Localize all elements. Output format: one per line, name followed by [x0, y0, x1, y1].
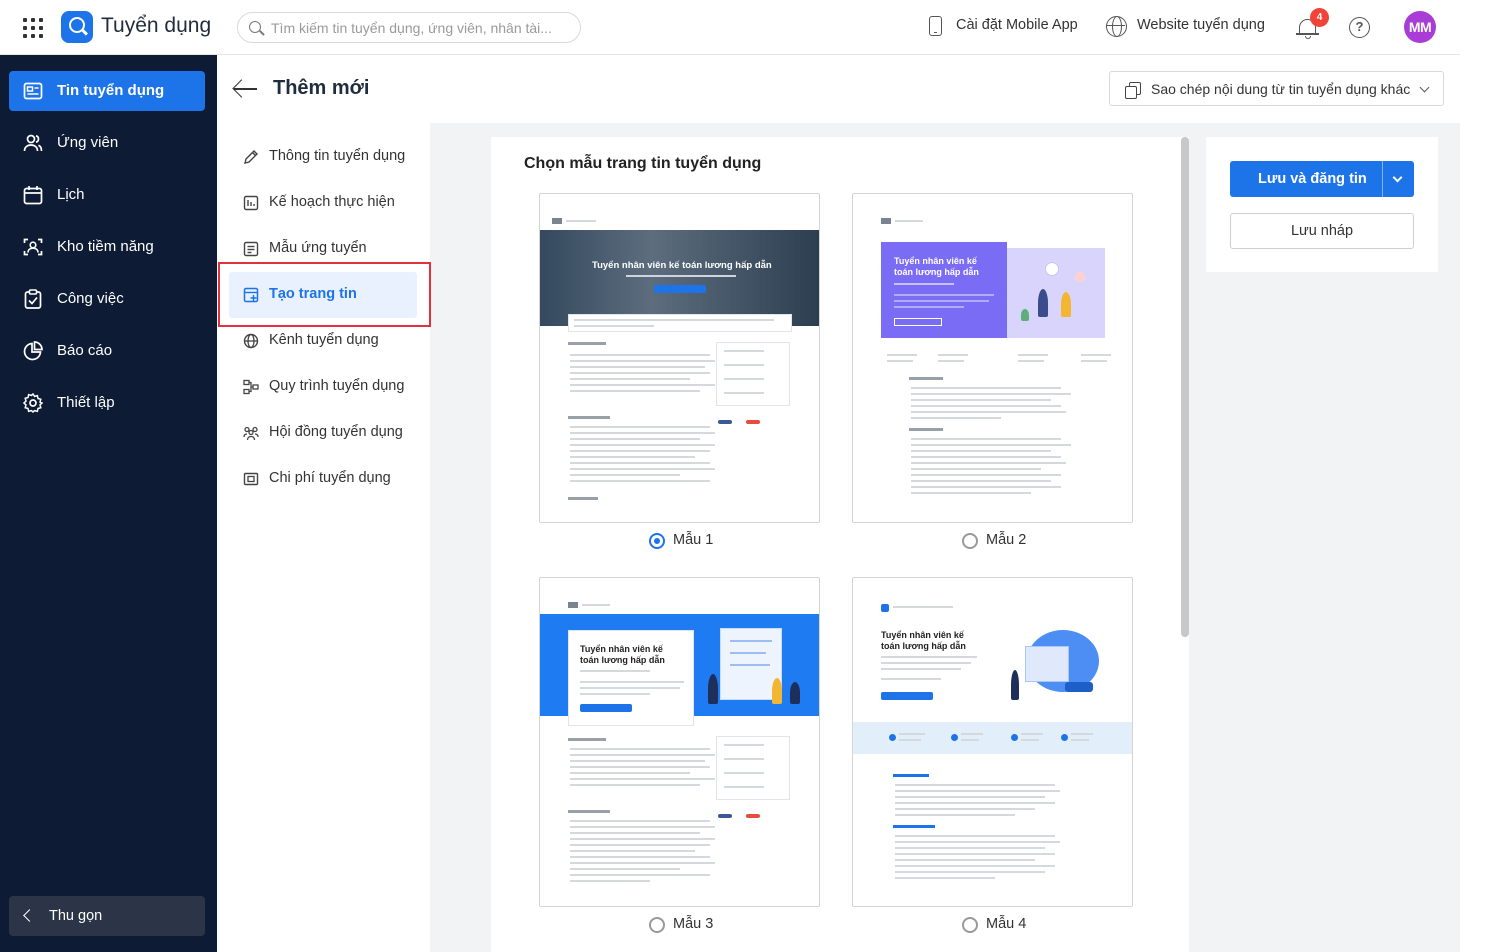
sidebar-item-cong-viec[interactable]: Công việc — [9, 279, 205, 319]
users-icon — [23, 134, 43, 152]
sidebar-item-tin-tuyen-dung[interactable]: Tin tuyển dụng — [9, 71, 205, 111]
sidebar-item-bao-cao[interactable]: Báo cáo — [9, 331, 205, 371]
template-2-headline: Tuyển nhân viên kế toán lương hấp dẫn — [894, 256, 979, 277]
step-label: Chi phí tuyển dụng — [269, 470, 391, 486]
help-icon[interactable]: ? — [1349, 17, 1370, 38]
notification-badge: 4 — [1310, 8, 1329, 27]
template-4-radio[interactable] — [962, 917, 978, 933]
sidebar-item-label: Ứng viên — [57, 134, 119, 151]
save-and-publish-button[interactable]: Lưu và đăng tin — [1230, 161, 1414, 197]
template-3-preview[interactable]: Tuyển nhân viên kế toán lương hấp dẫn — [539, 577, 820, 907]
step-label: Quy trình tuyển dụng — [269, 378, 405, 394]
sidebar-item-ung-vien[interactable]: Ứng viên — [9, 123, 205, 163]
template-4-label: Mẫu 4 — [986, 916, 1027, 932]
save-draft-button[interactable]: Lưu nháp — [1230, 213, 1414, 249]
template-3-radio[interactable] — [649, 917, 665, 933]
step-label: Kênh tuyển dụng — [269, 332, 379, 348]
website-globe-icon — [1106, 16, 1127, 37]
search-input[interactable] — [271, 17, 571, 39]
step-label: Hội đồng tuyển dụng — [269, 424, 403, 440]
template-2-preview[interactable]: Tuyển nhân viên kế toán lương hấp dẫn — [852, 193, 1133, 523]
chevron-down-icon — [1419, 82, 1430, 93]
sidebar-item-label: Lịch — [57, 186, 85, 203]
mobile-phone-icon — [929, 16, 942, 36]
step-quy-trinh-tuyen-dung[interactable]: Quy trình tuyển dụng — [229, 364, 417, 410]
step-label: Mẫu ứng tuyển — [269, 240, 367, 256]
app-launcher-icon[interactable] — [22, 17, 44, 39]
template-1-radio[interactable] — [649, 533, 665, 549]
scrollbar[interactable] — [1181, 137, 1189, 637]
flow-icon — [243, 379, 259, 395]
globe-icon — [243, 333, 259, 349]
top-bar: Tuyển dụng Cài đặt Mobile App Website tu… — [0, 0, 1460, 55]
gear-icon — [23, 393, 43, 413]
chevron-left-icon — [23, 909, 36, 922]
template-1-preview[interactable]: Tuyển nhân viên kế toán lương hấp dẫn — [539, 193, 820, 523]
action-panel — [1206, 137, 1438, 272]
collapse-label: Thu gọn — [49, 908, 103, 924]
template-3-headline: Tuyển nhân viên kế toán lương hấp dẫn — [580, 644, 665, 665]
template-panel-title: Chọn mẫu trang tin tuyển dụng — [524, 155, 762, 172]
sidebar-item-label: Công việc — [57, 290, 124, 307]
cost-icon — [243, 472, 259, 486]
template-2-label: Mẫu 2 — [986, 532, 1027, 548]
pencil-icon — [244, 150, 258, 164]
committee-icon — [243, 426, 259, 441]
page-title: Thêm mới — [273, 77, 370, 99]
step-menu: Thông tin tuyển dụng Kế hoạch thực hiện … — [217, 123, 430, 952]
copy-button-label: Sao chép nội dung từ tin tuyển dụng khác — [1151, 81, 1411, 97]
sidebar-item-kho-tiem-nang[interactable]: Kho tiềm năng — [9, 227, 205, 267]
mobile-app-link[interactable]: Cài đặt Mobile App — [956, 17, 1078, 33]
avatar[interactable]: MM — [1404, 11, 1436, 43]
app-title: Tuyển dụng — [101, 14, 212, 37]
sidebar-item-label: Báo cáo — [57, 342, 113, 359]
step-label: Thông tin tuyển dụng — [269, 148, 406, 164]
sidebar-item-label: Tin tuyển dụng — [57, 82, 165, 99]
app-logo-icon — [61, 11, 93, 43]
save-draft-label: Lưu nháp — [1290, 223, 1354, 239]
copy-from-other-post-dropdown[interactable]: Sao chép nội dung từ tin tuyển dụng khác — [1109, 71, 1444, 106]
task-icon — [24, 289, 42, 309]
news-icon — [23, 82, 43, 100]
save-and-publish-label: Lưu và đăng tin — [1258, 171, 1367, 187]
talent-pool-icon — [23, 238, 43, 256]
chevron-down-icon[interactable] — [1392, 172, 1403, 183]
collapse-sidebar-button[interactable]: Thu gọn — [9, 896, 205, 936]
website-link[interactable]: Website tuyển dụng — [1137, 17, 1265, 33]
step-thong-tin-tuyen-dung[interactable]: Thông tin tuyển dụng — [229, 134, 417, 180]
step-hoi-dong-tuyen-dung[interactable]: Hội đồng tuyển dụng — [229, 410, 417, 456]
template-2-radio[interactable] — [962, 533, 978, 549]
template-3-label: Mẫu 3 — [673, 916, 714, 932]
form-icon — [243, 241, 259, 257]
sidebar-item-thiet-lap[interactable]: Thiết lập — [9, 383, 205, 423]
sidebar-item-lich[interactable]: Lịch — [9, 175, 205, 215]
search-box — [237, 12, 581, 43]
step-label: Kế hoạch thực hiện — [269, 194, 395, 210]
split-divider — [1382, 161, 1383, 197]
search-icon — [249, 21, 261, 33]
pie-chart-icon — [23, 341, 43, 361]
calendar-icon — [23, 186, 43, 205]
template-1-label: Mẫu 1 — [673, 532, 714, 548]
sidebar-item-label: Kho tiềm năng — [57, 238, 154, 255]
highlight-annotation — [218, 262, 431, 327]
sidebar: Tin tuyển dụng Ứng viên Lịch Kho tiềm nă… — [0, 55, 217, 952]
template-4-headline: Tuyển nhân viên kế toán lương hấp dẫn — [881, 630, 966, 651]
step-chi-phi-tuyen-dung[interactable]: Chi phí tuyển dụng — [229, 456, 417, 502]
step-ke-hoach-thuc-hien[interactable]: Kế hoạch thực hiện — [229, 180, 417, 226]
plan-icon — [243, 195, 259, 211]
sidebar-item-label: Thiết lập — [57, 394, 115, 411]
template-1-headline: Tuyển nhân viên kế toán lương hấp dẫn — [592, 260, 772, 271]
back-arrow-icon[interactable] — [234, 79, 258, 99]
copy-icon — [1125, 82, 1141, 99]
template-4-preview[interactable]: Tuyển nhân viên kế toán lương hấp dẫn — [852, 577, 1133, 907]
